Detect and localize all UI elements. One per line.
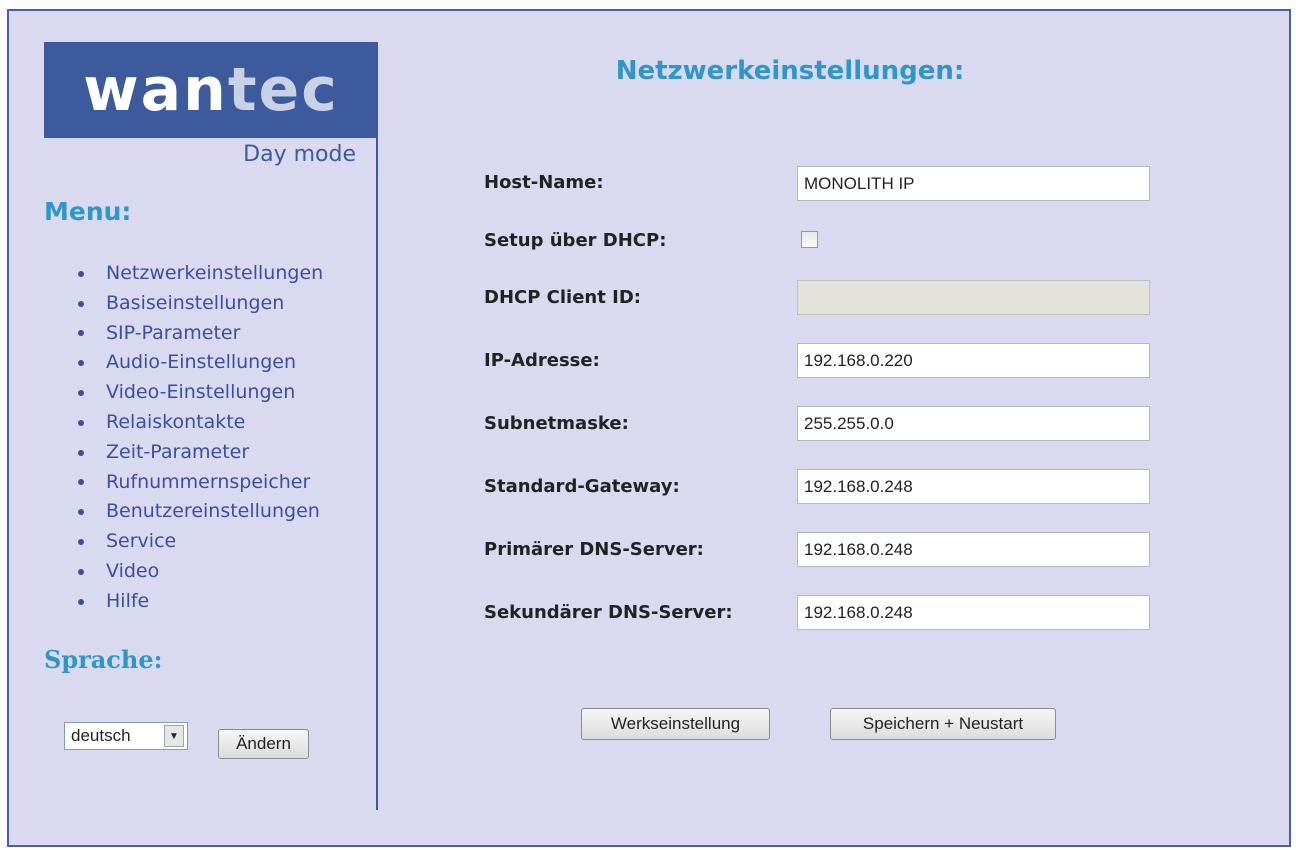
wantec-logo: wantec [44, 42, 378, 138]
bullet-icon [78, 270, 84, 277]
day-mode-label: Day mode [243, 142, 356, 167]
dhcp-client-id-input [797, 280, 1150, 315]
language-select[interactable]: deutsch ▼ [64, 722, 188, 750]
factory-reset-button[interactable]: Werkseinstellung [581, 708, 770, 740]
bullet-icon [78, 479, 84, 486]
ip-address-input[interactable]: 192.168.0.220 [797, 343, 1150, 378]
sidebar-item-rufnummernspeicher[interactable]: Rufnummernspeicher [72, 468, 323, 498]
logo-text: wantec [83, 55, 339, 125]
bullet-icon [78, 330, 84, 337]
language-title: Sprache: [44, 645, 163, 674]
secondary-dns-label: Sekundärer DNS-Server: [484, 602, 733, 623]
gateway-input[interactable]: 192.168.0.248 [797, 469, 1150, 504]
sidebar-item-hilfe[interactable]: Hilfe [72, 587, 323, 617]
primary-dns-input[interactable]: 192.168.0.248 [797, 532, 1150, 567]
sidebar-item-benutzereinstellungen[interactable]: Benutzereinstellungen [72, 497, 323, 527]
bullet-icon [78, 509, 84, 516]
bullet-icon [78, 449, 84, 456]
change-language-button[interactable]: Ändern [218, 729, 309, 759]
ip-address-label: IP-Adresse: [484, 350, 600, 371]
page-title: Netzwerkeinstellungen: [615, 56, 965, 86]
sidebar-menu: Netzwerkeinstellungen Basiseinstellungen… [72, 259, 323, 617]
secondary-dns-input[interactable]: 192.168.0.248 [797, 595, 1150, 630]
dropdown-arrow-icon[interactable]: ▼ [164, 725, 184, 747]
bullet-icon [78, 598, 84, 605]
sidebar-item-sip-parameter[interactable]: SIP-Parameter [72, 319, 323, 349]
bullet-icon [78, 300, 84, 307]
sidebar-item-netzwerkeinstellungen[interactable]: Netzwerkeinstellungen [72, 259, 323, 289]
dhcp-label: Setup über DHCP: [484, 230, 667, 251]
bullet-icon [78, 568, 84, 575]
sidebar-item-relaiskontakte[interactable]: Relaiskontakte [72, 408, 323, 438]
sidebar-item-basiseinstellungen[interactable]: Basiseinstellungen [72, 289, 323, 319]
save-restart-button[interactable]: Speichern + Neustart [830, 708, 1056, 740]
sidebar-item-zeit-parameter[interactable]: Zeit-Parameter [72, 438, 323, 468]
language-select-value: deutsch [71, 726, 131, 745]
subnet-mask-label: Subnetmaske: [484, 413, 629, 434]
hostname-label: Host-Name: [484, 172, 604, 193]
primary-dns-label: Primärer DNS-Server: [484, 539, 704, 560]
sidebar-item-audio-einstellungen[interactable]: Audio-Einstellungen [72, 348, 323, 378]
sidebar-item-video-einstellungen[interactable]: Video-Einstellungen [72, 378, 323, 408]
bullet-icon [78, 390, 84, 397]
bullet-icon [78, 419, 84, 426]
bullet-icon [78, 360, 84, 367]
gateway-label: Standard-Gateway: [484, 476, 680, 497]
sidebar-item-service[interactable]: Service [72, 527, 323, 557]
menu-title: Menu: [44, 197, 132, 226]
dhcp-checkbox[interactable] [801, 231, 818, 248]
dhcp-client-id-label: DHCP Client ID: [484, 287, 641, 308]
hostname-input[interactable]: MONOLITH IP [797, 166, 1150, 201]
bullet-icon [78, 539, 84, 546]
subnet-mask-input[interactable]: 255.255.0.0 [797, 406, 1150, 441]
sidebar-item-video[interactable]: Video [72, 557, 323, 587]
sidebar-divider [376, 42, 378, 810]
